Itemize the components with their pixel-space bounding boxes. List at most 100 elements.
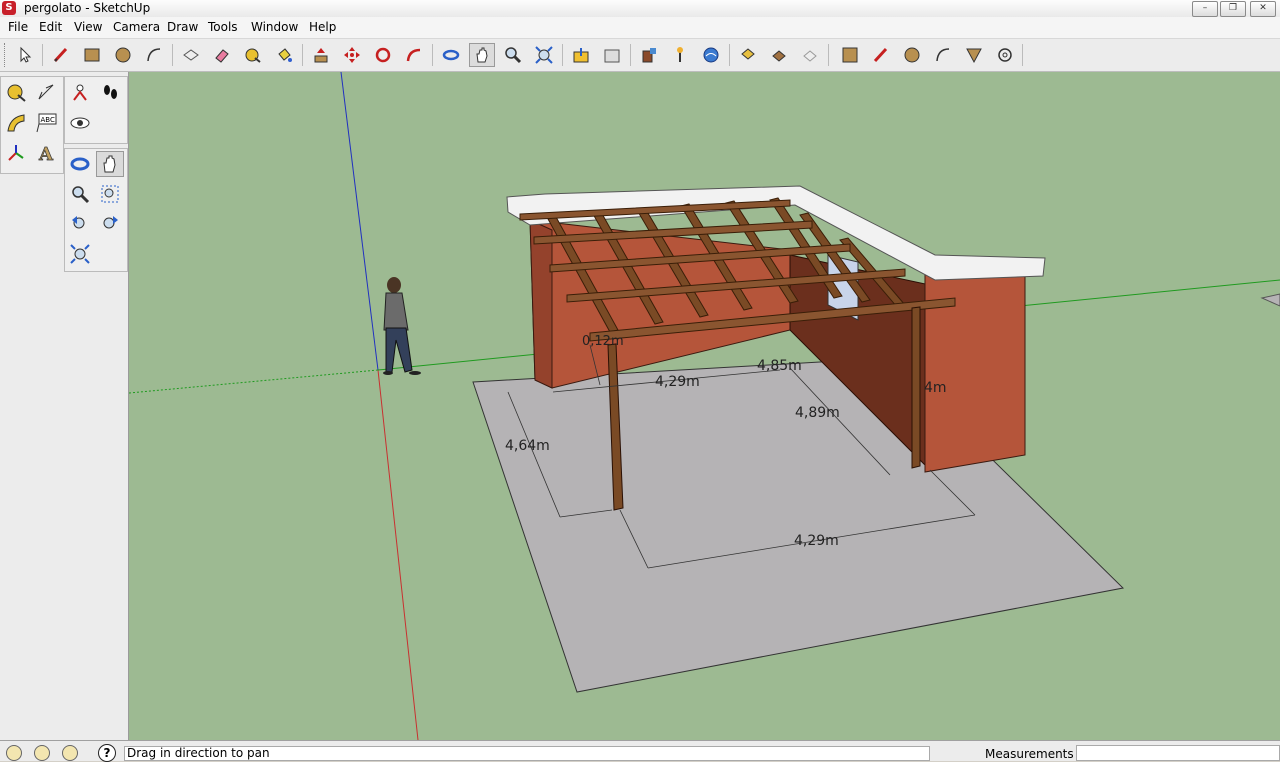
protractor-side-button[interactable] xyxy=(2,110,30,136)
freehand-tool-button[interactable] xyxy=(868,43,894,67)
section-plane-button[interactable] xyxy=(961,43,987,67)
share-model-button[interactable] xyxy=(599,43,625,67)
user-icon[interactable] xyxy=(62,745,78,761)
menu-view[interactable]: View xyxy=(74,20,102,34)
tape-measure-icon xyxy=(245,48,261,63)
face-tool-button[interactable] xyxy=(837,43,863,67)
left-tool-palette: ABC A xyxy=(0,72,129,740)
menu-tools[interactable]: Tools xyxy=(208,20,238,34)
zoom-extents-button[interactable] xyxy=(531,43,557,67)
photo-textures-icon xyxy=(642,48,656,63)
photo-textures-button[interactable] xyxy=(636,43,662,67)
model-viewport[interactable]: 4,64m 4,29m 4,89m 4,29m 4,85m 0,12m 4m xyxy=(129,72,1280,740)
pan-side-button[interactable] xyxy=(96,151,124,177)
tape-measure-side-button[interactable] xyxy=(2,79,30,105)
move-tool-button[interactable] xyxy=(339,43,365,67)
tape-measure-button[interactable] xyxy=(240,43,266,67)
share-icon xyxy=(604,49,620,63)
orbit-icon xyxy=(70,157,90,171)
rotate-icon xyxy=(375,47,391,63)
orbit-icon xyxy=(442,49,460,61)
maximize-button[interactable]: ❐ xyxy=(1220,1,1246,17)
preview-icon xyxy=(772,50,786,62)
eraser-tool-button[interactable] xyxy=(209,43,235,67)
eraser-icon xyxy=(215,49,229,63)
previous-view-button[interactable] xyxy=(66,211,94,237)
next-view-button[interactable] xyxy=(96,211,124,237)
select-tool-button[interactable] xyxy=(12,43,38,67)
rectangle-icon xyxy=(84,48,100,62)
follow-me-button[interactable] xyxy=(401,43,427,67)
triangle-icon xyxy=(966,48,982,64)
line-tool-button[interactable] xyxy=(48,43,74,67)
geo-location-icon[interactable] xyxy=(6,745,22,761)
circle-tool-button[interactable] xyxy=(110,43,136,67)
menu-edit[interactable]: Edit xyxy=(39,20,62,34)
status-message: Drag in direction to pan xyxy=(124,746,930,761)
label-icon: ABC xyxy=(36,113,57,133)
dimension-label-inner: 4,89m xyxy=(795,405,840,421)
paint-bucket-icon xyxy=(278,48,292,62)
3d-text-tool-text: A xyxy=(38,144,54,163)
preview-model-button[interactable] xyxy=(766,43,792,67)
walk-look-button[interactable] xyxy=(992,43,1018,67)
menu-window[interactable]: Window xyxy=(251,20,298,34)
polygon-icon xyxy=(904,47,920,63)
zoom-extents-side-button[interactable] xyxy=(66,241,94,267)
upload-model-button[interactable] xyxy=(797,43,823,67)
dimension-label-post: 0,12m xyxy=(582,334,624,349)
magnifier-icon xyxy=(505,47,522,64)
orbit-side-button[interactable] xyxy=(66,151,94,177)
get-models-button[interactable] xyxy=(568,43,594,67)
paint-bucket-button[interactable] xyxy=(271,43,297,67)
menu-help[interactable]: Help xyxy=(309,20,336,34)
back-wall-end xyxy=(529,219,553,389)
zoom-tool-button[interactable] xyxy=(500,43,526,67)
axes-side-button[interactable] xyxy=(2,140,30,166)
push-pull-button[interactable] xyxy=(308,43,334,67)
help-icon[interactable]: ? xyxy=(98,744,116,762)
upload-icon xyxy=(803,50,817,62)
toolbar-grip[interactable] xyxy=(4,43,8,67)
arc-2-tool-button[interactable] xyxy=(930,43,956,67)
dimension-side-button[interactable] xyxy=(32,79,60,105)
rotate-tool-button[interactable] xyxy=(370,43,396,67)
get-current-view-button[interactable] xyxy=(735,43,761,67)
orbit-tool-button[interactable] xyxy=(438,43,464,67)
axes-icon xyxy=(8,145,24,161)
label-side-button[interactable]: ABC xyxy=(32,110,60,136)
3d-text-side-button[interactable]: A xyxy=(32,140,60,166)
toggle-terrain-button[interactable] xyxy=(698,43,724,67)
dimension-icon xyxy=(38,84,54,100)
position-camera-button[interactable] xyxy=(66,79,94,105)
rectangle-tool-button[interactable] xyxy=(79,43,105,67)
minimize-button[interactable]: – xyxy=(1192,1,1218,17)
dimension-label-back: 4,29m xyxy=(655,374,700,390)
arc-tool-button[interactable] xyxy=(141,43,167,67)
look-around-button[interactable] xyxy=(66,110,94,136)
magnifier-icon xyxy=(72,186,90,204)
dimension-label-side: 4,85m xyxy=(757,358,802,374)
circle-icon xyxy=(115,47,131,63)
menu-camera[interactable]: Camera xyxy=(113,20,160,34)
polygon-tool-button[interactable] xyxy=(899,43,925,67)
menu-bar: File Edit View Camera Draw Tools Window … xyxy=(0,17,1280,39)
menu-file[interactable]: File xyxy=(8,20,28,34)
measurements-input[interactable] xyxy=(1076,745,1280,761)
zoom-window-button[interactable] xyxy=(96,181,124,207)
scene-drawing[interactable] xyxy=(129,72,1280,740)
zoom-side-button[interactable] xyxy=(66,181,94,207)
pergola-post-front-right xyxy=(911,306,921,469)
dimension-label-left: 4,64m xyxy=(505,438,550,454)
protractor-icon xyxy=(7,114,25,132)
label-tool-text: ABC xyxy=(41,116,55,124)
make-component-button[interactable] xyxy=(178,43,204,67)
add-location-button[interactable] xyxy=(667,43,693,67)
pan-tool-button[interactable] xyxy=(469,43,495,67)
walk-button[interactable] xyxy=(96,79,124,105)
distant-object xyxy=(1260,293,1280,307)
menu-draw[interactable]: Draw xyxy=(167,20,198,34)
close-button[interactable]: ✕ xyxy=(1250,1,1276,17)
dimension-label-right: 4m xyxy=(924,380,947,396)
credits-icon[interactable] xyxy=(34,745,50,761)
